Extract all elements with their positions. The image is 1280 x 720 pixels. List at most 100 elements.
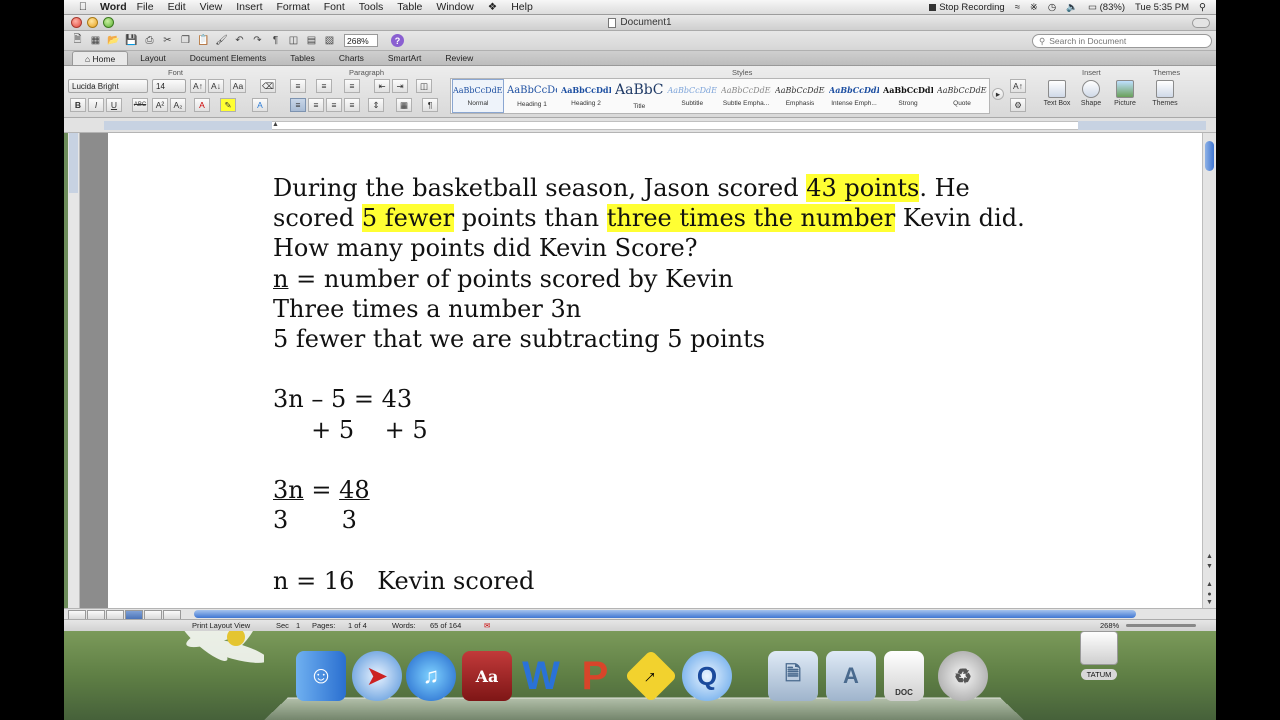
scroll-thumb[interactable] (1205, 141, 1214, 171)
redo-icon[interactable]: ↷ (250, 33, 265, 48)
horizontal-scroll-thumb[interactable] (194, 610, 1136, 618)
text-styles-icon[interactable]: A↑ (1010, 79, 1026, 93)
menu-tools[interactable]: Tools (359, 1, 384, 13)
new-document-icon[interactable]: 🗎 (70, 33, 85, 48)
cut-icon[interactable]: ✂ (160, 33, 175, 48)
itunes-icon[interactable]: ♫ (406, 651, 456, 701)
horizontal-ruler[interactable]: ▲ (64, 118, 1216, 133)
style-heading-1[interactable]: AaBbCcDd Heading 1 (506, 79, 558, 113)
scroll-up-icon[interactable]: ▲ (1205, 553, 1214, 560)
menu-help[interactable]: Help (511, 1, 533, 13)
tab-smartart[interactable]: SmartArt (376, 51, 434, 65)
tab-document-elements[interactable]: Document Elements (178, 51, 279, 65)
columns-icon[interactable]: ◫ (416, 79, 432, 93)
applications-folder-icon[interactable]: A (826, 651, 876, 701)
documents-folder-icon[interactable]: 🗎 (768, 651, 818, 701)
undo-icon[interactable]: ↶ (232, 33, 247, 48)
multilevel-list-icon[interactable]: ≡ (344, 79, 360, 93)
font-name-select[interactable]: Lucida Bright (68, 79, 148, 93)
toolbar-toggle-button[interactable] (1192, 18, 1210, 28)
doc-file-icon[interactable]: DOC (884, 651, 924, 701)
justify-icon[interactable]: ≡ (344, 98, 360, 112)
style-normal[interactable]: AaBbCcDdEe Normal (452, 79, 504, 113)
themes-button[interactable]: Themes (1148, 80, 1182, 107)
menu-file[interactable]: File (137, 1, 154, 13)
time-machine-icon[interactable]: ◷ (1048, 2, 1056, 13)
drive-tatum[interactable]: TATUM (1079, 631, 1119, 680)
copy-icon[interactable]: ❐ (178, 33, 193, 48)
increase-indent-icon[interactable]: ⇥ (392, 79, 408, 93)
style-subtle-emphasis[interactable]: AaBbCcDdEe Subtle Empha... (720, 79, 772, 113)
style-strong[interactable]: AaBbCcDdE Strong (882, 79, 934, 113)
next-page-icon[interactable]: ▼ (1205, 599, 1214, 606)
menu-font[interactable]: Font (324, 1, 345, 13)
align-left-icon[interactable]: ≡ (290, 98, 306, 112)
insert-shape[interactable]: Shape (1074, 80, 1108, 107)
text-effects-icon[interactable]: A (252, 98, 268, 112)
tab-charts[interactable]: Charts (327, 51, 376, 65)
tab-tables[interactable]: Tables (278, 51, 327, 65)
show-formatting-icon[interactable]: ¶ (422, 98, 438, 112)
volume-icon[interactable]: 🔈 (1066, 2, 1078, 13)
spotlight-icon[interactable]: ⚲ (1199, 2, 1206, 13)
menu-format[interactable]: Format (277, 1, 310, 13)
finder-icon[interactable]: ☺ (296, 651, 346, 701)
manage-styles-icon[interactable]: ⚙ (1010, 98, 1026, 112)
style-emphasis[interactable]: AaBbCcDdEe Emphasis (774, 79, 826, 113)
italic-icon[interactable]: I (88, 98, 104, 112)
apple-menu-icon[interactable]:  (74, 1, 92, 13)
document-page[interactable]: During the basketball season, Jason scor… (108, 133, 1202, 608)
open-icon[interactable]: 📂 (106, 33, 121, 48)
paste-icon[interactable]: 📋 (196, 33, 211, 48)
font-color-icon[interactable]: A (194, 98, 210, 112)
menu-insert[interactable]: Insert (236, 1, 262, 13)
tab-layout[interactable]: Layout (128, 51, 178, 65)
clear-formatting-icon[interactable]: ⌫ (260, 79, 276, 93)
style-heading-2[interactable]: AaBbCcDdEe Heading 2 (560, 79, 612, 113)
shrink-font-icon[interactable]: A↓ (208, 79, 224, 93)
minimize-window-button[interactable] (87, 17, 98, 28)
horizontal-scrollbar[interactable] (64, 608, 1216, 620)
pilcrow-icon[interactable]: ¶ (268, 33, 283, 48)
style-quote[interactable]: AaBbCcDdEe Quote (936, 79, 988, 113)
trash-icon[interactable]: ♻ (938, 651, 988, 701)
clock[interactable]: Tue 5:35 PM (1135, 2, 1189, 13)
bullets-icon[interactable]: ≡ (290, 79, 306, 93)
numbering-icon[interactable]: ≡ (316, 79, 332, 93)
word-icon[interactable]: W (516, 651, 566, 701)
vertical-scrollbar[interactable]: ▲ ▼ ▲ ● ▼ (1202, 133, 1216, 608)
sidebar-icon[interactable]: ◫ (286, 33, 301, 48)
style-intense-emphasis[interactable]: AaBbCcDdE Intense Emph... (828, 79, 880, 113)
scroll-down-icon[interactable]: ▼ (1205, 563, 1214, 570)
strikethrough-icon[interactable]: ABC (132, 98, 148, 112)
decrease-indent-icon[interactable]: ⇤ (374, 79, 390, 93)
search-input[interactable]: ⚲ Search in Document (1032, 34, 1212, 48)
help-icon[interactable]: ? (391, 34, 404, 47)
highlight-icon[interactable]: ✎ (220, 98, 236, 112)
menu-view[interactable]: View (200, 1, 223, 13)
underline-icon[interactable]: U (106, 98, 122, 112)
gallery-icon[interactable]: ▤ (304, 33, 319, 48)
prev-page-icon[interactable]: ▲ (1205, 581, 1214, 588)
app-menu[interactable]: Word (100, 1, 127, 13)
menu-table[interactable]: Table (397, 1, 422, 13)
borders-icon[interactable]: ▦ (396, 98, 412, 112)
superscript-icon[interactable]: A² (152, 98, 168, 112)
insert-text-box[interactable]: Text Box (1040, 80, 1074, 107)
wifi-icon[interactable]: ≈ (1015, 2, 1020, 13)
script-menu-icon[interactable]: ❖ (488, 1, 497, 13)
toolbox-icon[interactable]: ▧ (322, 33, 337, 48)
subscript-icon[interactable]: A₂ (170, 98, 186, 112)
zoom-select[interactable]: 268% (344, 34, 378, 47)
stop-recording-item[interactable]: Stop Recording (929, 2, 1005, 13)
bluetooth-icon[interactable]: ※ (1030, 2, 1038, 13)
format-painter-icon[interactable]: 🖌 (214, 33, 229, 48)
document-body[interactable]: During the basketball season, Jason scor… (273, 173, 1103, 596)
insert-picture[interactable]: Picture (1108, 80, 1142, 107)
grow-font-icon[interactable]: A↑ (190, 79, 206, 93)
tab-review[interactable]: Review (433, 51, 485, 65)
line-spacing-icon[interactable]: ⇕ (368, 98, 384, 112)
safari-icon[interactable]: ➤ (352, 651, 402, 701)
zoom-slider[interactable] (1126, 624, 1196, 627)
save-icon[interactable]: 💾 (124, 33, 139, 48)
